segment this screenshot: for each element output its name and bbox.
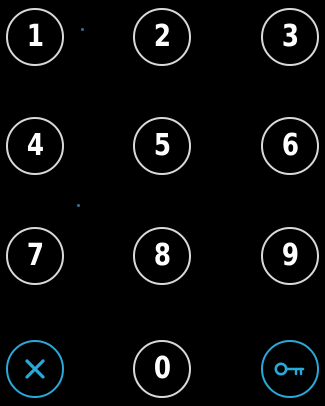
key-0-label: 0 <box>153 351 171 386</box>
key-2-label: 2 <box>153 19 171 54</box>
key-5[interactable]: 5 <box>133 117 191 175</box>
key-7[interactable]: 7 <box>6 227 64 285</box>
screen-speck <box>77 204 80 207</box>
key-1[interactable]: 1 <box>6 8 64 66</box>
key-1-label: 1 <box>26 19 44 54</box>
key-6-label: 6 <box>281 128 299 163</box>
close-icon <box>25 359 45 379</box>
key-8[interactable]: 8 <box>133 227 191 285</box>
key-3[interactable]: 3 <box>261 8 319 66</box>
screen-speck <box>81 28 84 31</box>
key-9[interactable]: 9 <box>261 227 319 285</box>
key-8-label: 8 <box>153 238 171 273</box>
key-2[interactable]: 2 <box>133 8 191 66</box>
key-0[interactable]: 0 <box>133 340 191 398</box>
key-4-label: 4 <box>26 128 44 163</box>
key-3-label: 3 <box>281 19 299 54</box>
key-6[interactable]: 6 <box>261 117 319 175</box>
clear-button[interactable] <box>6 340 64 398</box>
key-4[interactable]: 4 <box>6 117 64 175</box>
numeric-keypad: 1 2 3 4 5 6 7 8 9 0 <box>0 0 325 406</box>
key-9-label: 9 <box>281 238 299 273</box>
unlock-button[interactable] <box>261 340 319 398</box>
key-7-label: 7 <box>26 238 44 273</box>
key-icon <box>274 362 305 376</box>
key-5-label: 5 <box>153 128 171 163</box>
